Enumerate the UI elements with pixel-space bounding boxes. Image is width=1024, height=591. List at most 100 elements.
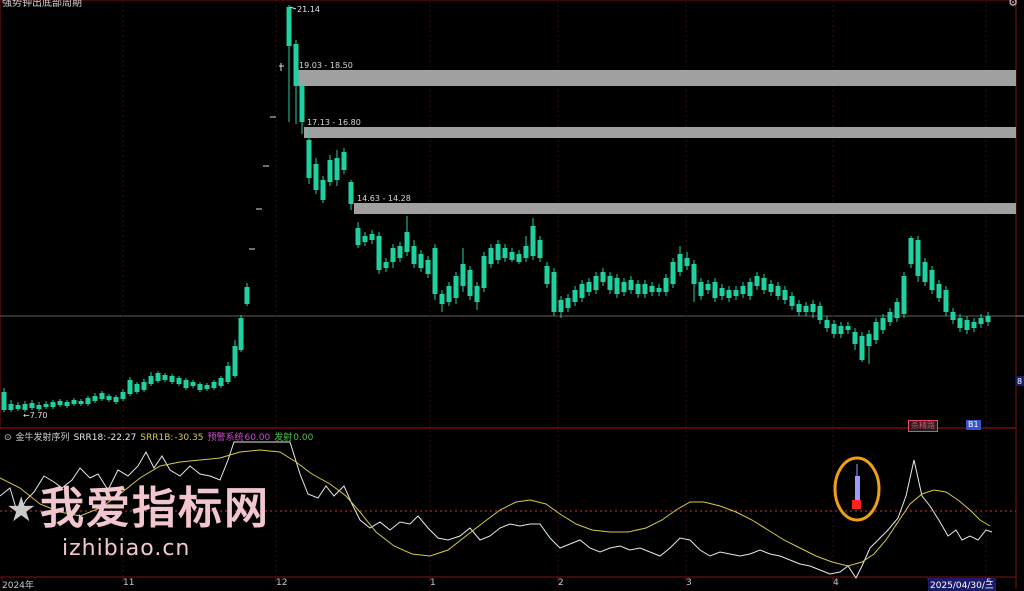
candle: [474, 282, 480, 310]
candle-body: [565, 298, 571, 308]
candle-body: [530, 226, 536, 256]
candle-body: [516, 254, 522, 262]
candle-body: [614, 278, 620, 294]
candle: [782, 286, 788, 304]
gear-icon[interactable]: ⚙: [1008, 0, 1018, 9]
candle-body: [866, 334, 872, 346]
candle-body: [218, 378, 224, 386]
candle-body: [141, 382, 147, 390]
candle-body: [600, 272, 606, 282]
candle: [810, 300, 816, 318]
candle-body: [691, 264, 697, 284]
candle: [852, 328, 858, 350]
candle: [936, 280, 942, 302]
right-marker-label: 8: [1017, 377, 1022, 386]
candle-body: [127, 380, 133, 394]
candle-body: [698, 282, 704, 296]
candle-body: [894, 302, 900, 318]
candle: [341, 148, 347, 174]
candle-body: [92, 396, 98, 401]
candle-body: [15, 405, 21, 409]
candle: [614, 274, 620, 298]
indicator-settings-icon[interactable]: ⊙: [4, 433, 12, 443]
candle-body: [852, 332, 858, 344]
candle: [761, 274, 767, 294]
candle-body: [148, 376, 154, 384]
candle-body: [782, 290, 788, 300]
badge-b1[interactable]: B1: [966, 420, 981, 430]
candle-body: [901, 276, 907, 314]
zone-3: [354, 203, 1016, 214]
candle: [362, 232, 368, 246]
candle: [530, 218, 536, 260]
candle-body: [607, 276, 613, 290]
candle: [439, 290, 445, 312]
candle-body: [446, 286, 452, 302]
candle: [71, 398, 77, 406]
candle-body: [768, 284, 774, 292]
indicator-header: ⊙ 金牛发射序列 SRR18:-22.27 SRR1B:-30.35 预警系统60.00…: [4, 430, 317, 443]
candle: [628, 276, 634, 294]
candle-body: [915, 240, 921, 276]
candle-body: [169, 376, 175, 382]
candle: [621, 278, 627, 296]
candle-body: [238, 318, 244, 350]
candle-body: [971, 322, 977, 328]
candle-body: [663, 278, 669, 292]
candle: [286, 5, 292, 122]
x-label-12: 12: [276, 578, 288, 588]
srr1b-value: -30.35: [174, 433, 204, 443]
candle-body: [376, 236, 382, 270]
candle: [306, 130, 312, 184]
candle-body: [36, 405, 42, 409]
candle-body: [642, 284, 648, 294]
candle: [698, 278, 704, 300]
candle: [509, 248, 515, 262]
candle-body: [957, 318, 963, 328]
candle: [880, 314, 886, 334]
launch-value: 0.00: [293, 433, 314, 443]
candle: [866, 330, 872, 364]
candle: [183, 378, 189, 390]
candle: [355, 222, 361, 248]
candle-body: [789, 296, 795, 306]
candle: [36, 402, 42, 411]
candle-body: [327, 160, 333, 182]
candle: [99, 391, 105, 401]
badge-sell[interactable]: 杀精路: [908, 420, 938, 432]
candle-body: [488, 248, 494, 264]
candle-body: [190, 382, 196, 386]
zone-1-label: 19.03 - 18.50: [299, 61, 353, 70]
indicator-name[interactable]: 金牛发射序列: [16, 433, 70, 443]
candle: [232, 340, 238, 378]
candle: [523, 236, 529, 262]
candle: [432, 244, 438, 300]
candle-body: [383, 262, 389, 268]
candle-body: [558, 300, 564, 312]
candle: [446, 282, 452, 306]
candle-body: [509, 252, 515, 260]
candle: [635, 280, 641, 298]
candle: [1, 388, 7, 412]
candle: [733, 286, 739, 300]
candle-body: [796, 304, 802, 312]
candle-body: [211, 382, 217, 388]
candle-body: [197, 384, 203, 390]
candle-body: [964, 320, 970, 330]
x-label-3: 3: [686, 578, 692, 588]
candle: [754, 272, 760, 290]
candle: [127, 377, 133, 396]
candle: [985, 312, 991, 326]
candle-body: [99, 393, 105, 399]
candle: [642, 280, 648, 298]
candle-body: [467, 270, 473, 296]
candle: [915, 236, 921, 282]
candle: [106, 394, 112, 402]
candle: [244, 283, 250, 306]
candle-body: [397, 246, 403, 258]
candle: [831, 320, 837, 338]
resistance-zones: 19.03 - 18.50 17.13 - 16.80 14.63 - 14.2…: [296, 61, 1016, 214]
candle-body: [593, 276, 599, 290]
candle-body: [761, 278, 767, 290]
candle: [740, 282, 746, 298]
